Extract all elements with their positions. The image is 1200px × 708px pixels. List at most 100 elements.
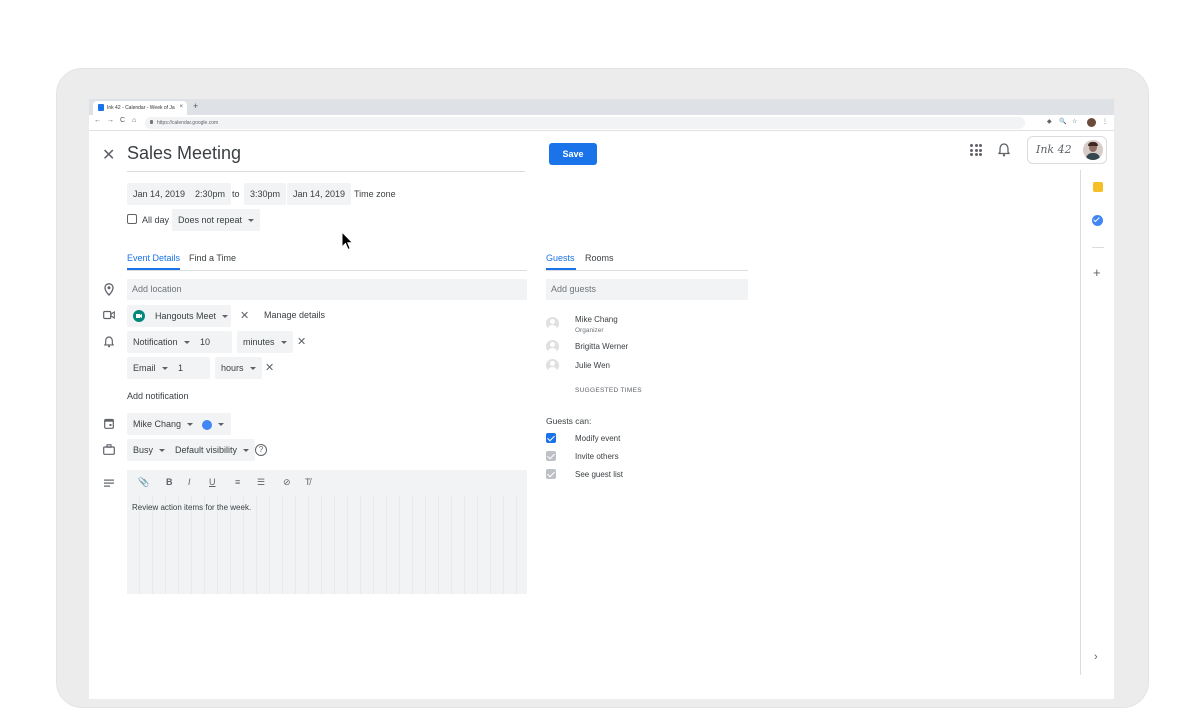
repeat-dropdown[interactable]: Does not repeat [172, 209, 261, 231]
calendar-owner-value: Mike Chang [133, 419, 182, 429]
location-pin-icon [104, 283, 114, 296]
end-time-button[interactable]: 3:30pm [244, 183, 287, 205]
conference-dropdown[interactable]: Hangouts Meet [127, 305, 231, 327]
reload-icon[interactable]: C [120, 117, 125, 124]
add-notification-link[interactable]: Add notification [127, 391, 189, 401]
new-tab-button[interactable]: + [193, 101, 198, 111]
avatar [546, 340, 559, 353]
to-label: to [232, 189, 240, 199]
side-panel-separator [1092, 247, 1104, 248]
italic-icon[interactable]: I [188, 477, 191, 487]
description-text: Review action items for the week. [132, 503, 252, 512]
notification-unit-dropdown[interactable]: hours [215, 357, 262, 379]
start-time-button[interactable]: 2:30pm [189, 183, 232, 205]
save-button[interactable]: Save [549, 143, 597, 165]
visibility-dropdown[interactable]: Default visibility [169, 439, 256, 461]
mouse-cursor-icon [341, 231, 354, 251]
bold-icon[interactable]: B [166, 477, 173, 487]
close-icon[interactable]: ✕ [102, 145, 115, 165]
calendar-owner-dropdown[interactable]: Mike Chang [127, 413, 200, 435]
forward-icon[interactable]: → [107, 117, 114, 124]
bookmark-star-icon[interactable]: ☆ [1072, 118, 1077, 125]
invite-others-checkbox[interactable] [546, 451, 556, 461]
permission-label: Invite others [575, 452, 619, 461]
visibility-value: Default visibility [175, 445, 238, 455]
back-icon[interactable]: ← [94, 117, 101, 124]
permission-label: See guest list [575, 470, 624, 479]
profile-avatar[interactable] [1087, 118, 1096, 127]
see-guest-list-checkbox[interactable] [546, 469, 556, 479]
expand-panel-icon[interactable]: › [1094, 651, 1098, 663]
notification-type-value: Notification [133, 337, 178, 347]
underline-icon[interactable]: U [209, 477, 216, 487]
account-switcher[interactable]: Ink 42 [1027, 136, 1107, 164]
end-date-button[interactable]: Jan 14, 2019 [287, 183, 352, 205]
suggested-times-link[interactable]: SUGGESTED TIMES [575, 387, 642, 394]
notification-type-dropdown[interactable]: Email [127, 357, 174, 379]
avatar [546, 359, 559, 372]
modify-event-checkbox[interactable] [546, 433, 556, 443]
browser-tab[interactable]: Ink 42 - Calendar - Week of Ja × [93, 101, 187, 115]
attachment-icon[interactable]: 📎 [138, 477, 149, 488]
notification-bell-icon [104, 336, 114, 348]
guest-name: Brigitta Werner [575, 342, 629, 351]
browser-menu-icon[interactable]: ⋮ [1102, 118, 1108, 125]
color-swatch [202, 419, 212, 430]
description-editor[interactable]: 📎 B I U ≡ ☰ ⊘ T̸ Review action items for… [127, 470, 527, 594]
tab-event-details[interactable]: Event Details [127, 253, 180, 263]
manage-details-link[interactable]: Manage details [264, 310, 325, 320]
tab-close-icon[interactable]: × [179, 104, 183, 110]
side-panel-divider [1080, 170, 1081, 675]
location-input[interactable]: Add location [127, 279, 527, 300]
extension-icon[interactable]: ◆ [1047, 118, 1052, 125]
browser-window: Ink 42 - Calendar - Week of Ja × + ← → C… [89, 99, 1114, 699]
guests-can-label: Guests can: [546, 416, 592, 426]
notification-unit-value: minutes [243, 337, 275, 347]
tab-guests[interactable]: Guests [546, 253, 575, 263]
clear-formatting-icon[interactable]: T̸ [305, 477, 311, 487]
remove-conference-icon[interactable]: ✕ [240, 309, 249, 322]
apps-grid-icon[interactable] [970, 144, 982, 156]
avatar[interactable] [1083, 140, 1103, 160]
tab-find-a-time[interactable]: Find a Time [189, 253, 236, 263]
description-toolbar: 📎 B I U ≡ ☰ ⊘ T̸ [127, 470, 527, 496]
zoom-icon[interactable]: 🔍 [1059, 118, 1066, 125]
event-color-dropdown[interactable] [196, 413, 231, 435]
lock-icon [150, 120, 153, 124]
tasks-icon[interactable] [1092, 215, 1103, 226]
notification-value-input[interactable]: 1 [172, 357, 210, 379]
help-icon[interactable]: ? [255, 444, 267, 456]
address-bar-row: ← → C ⌂ https://calendar.google.com ◆ 🔍 … [89, 115, 1114, 131]
link-icon[interactable]: ⊘ [283, 477, 291, 488]
start-date-button[interactable]: Jan 14, 2019 [127, 183, 192, 205]
permission-label: Modify event [575, 434, 621, 443]
keep-notes-icon[interactable] [1093, 182, 1103, 192]
tabs-divider [127, 270, 527, 271]
all-day-checkbox[interactable] [127, 214, 137, 224]
tabs-divider [546, 270, 748, 271]
conference-value: Hangouts Meet [155, 311, 217, 321]
bell-icon[interactable] [998, 143, 1010, 157]
add-guests-input[interactable]: Add guests [546, 279, 748, 300]
numbered-list-icon[interactable]: ≡ [235, 477, 240, 487]
bulleted-list-icon[interactable]: ☰ [257, 477, 265, 488]
notification-unit-dropdown[interactable]: minutes [237, 331, 293, 353]
avatar [546, 317, 559, 330]
url-text: https://calendar.google.com [157, 120, 219, 126]
remove-notification-icon[interactable]: ✕ [297, 335, 306, 348]
video-camera-icon [103, 310, 115, 320]
url-field[interactable]: https://calendar.google.com [145, 117, 1025, 129]
availability-dropdown[interactable]: Busy [127, 439, 172, 461]
event-title-input[interactable]: Sales Meeting [127, 143, 525, 172]
guest-name: Mike Chang [575, 315, 618, 324]
add-addon-icon[interactable]: + [1093, 265, 1101, 280]
timezone-link[interactable]: Time zone [354, 189, 396, 199]
notification-value-input[interactable]: 10 [194, 331, 232, 353]
tab-rooms[interactable]: Rooms [585, 253, 614, 263]
availability-value: Busy [133, 445, 154, 455]
home-icon[interactable]: ⌂ [132, 117, 136, 124]
guest-role: Organizer [575, 327, 604, 334]
calendar-icon [104, 418, 114, 429]
remove-notification-icon[interactable]: ✕ [265, 361, 274, 374]
notification-type-dropdown[interactable]: Notification [127, 331, 196, 353]
